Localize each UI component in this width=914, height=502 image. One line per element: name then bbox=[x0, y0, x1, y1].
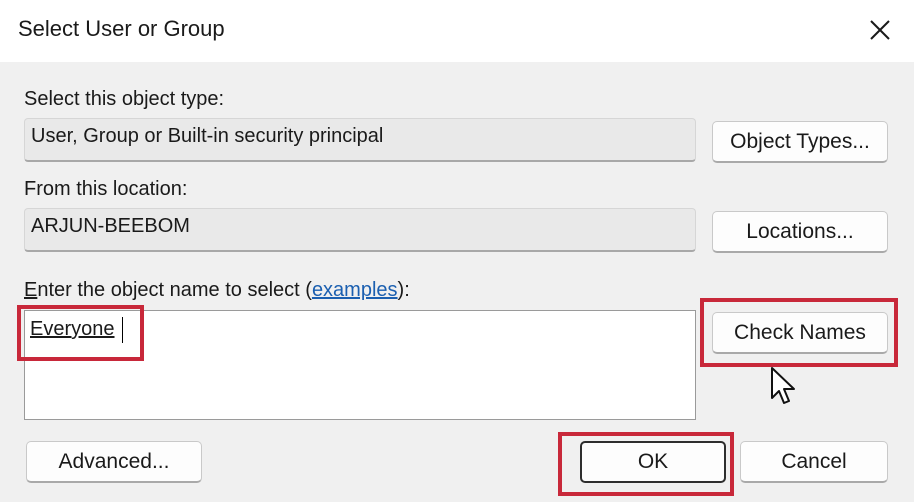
title-bar: Select User or Group bbox=[0, 0, 914, 62]
object-name-input[interactable]: Everyone bbox=[24, 310, 696, 420]
advanced-button[interactable]: Advanced... bbox=[26, 441, 202, 483]
examples-link[interactable]: examples bbox=[312, 279, 398, 301]
cancel-button[interactable]: Cancel bbox=[740, 441, 888, 483]
object-name-label-end: ): bbox=[397, 279, 410, 301]
text-caret bbox=[122, 317, 123, 343]
object-name-label: Enter the object name to select (example… bbox=[24, 279, 410, 302]
locations-button[interactable]: Locations... bbox=[712, 211, 888, 253]
dialog-title: Select User or Group bbox=[18, 16, 225, 41]
location-value: ARJUN-BEEBOM bbox=[31, 215, 190, 237]
object-name-value: Everyone bbox=[30, 318, 115, 340]
object-name-label-accelerator: E bbox=[24, 279, 38, 301]
close-icon bbox=[870, 20, 890, 40]
location-field: ARJUN-BEEBOM bbox=[24, 208, 696, 252]
check-names-button[interactable]: Check Names bbox=[712, 312, 888, 354]
object-name-label-text: nter the object name to select ( bbox=[37, 279, 312, 301]
location-label: From this location: bbox=[24, 178, 188, 200]
close-button[interactable] bbox=[858, 10, 902, 50]
object-type-field: User, Group or Built-in security princip… bbox=[24, 118, 696, 162]
mouse-pointer-icon bbox=[771, 367, 795, 404]
ok-button[interactable]: OK bbox=[580, 441, 726, 483]
object-types-button[interactable]: Object Types... bbox=[712, 121, 888, 163]
object-type-label: Select this object type: bbox=[24, 88, 225, 110]
object-type-value: User, Group or Built-in security princip… bbox=[31, 125, 384, 147]
